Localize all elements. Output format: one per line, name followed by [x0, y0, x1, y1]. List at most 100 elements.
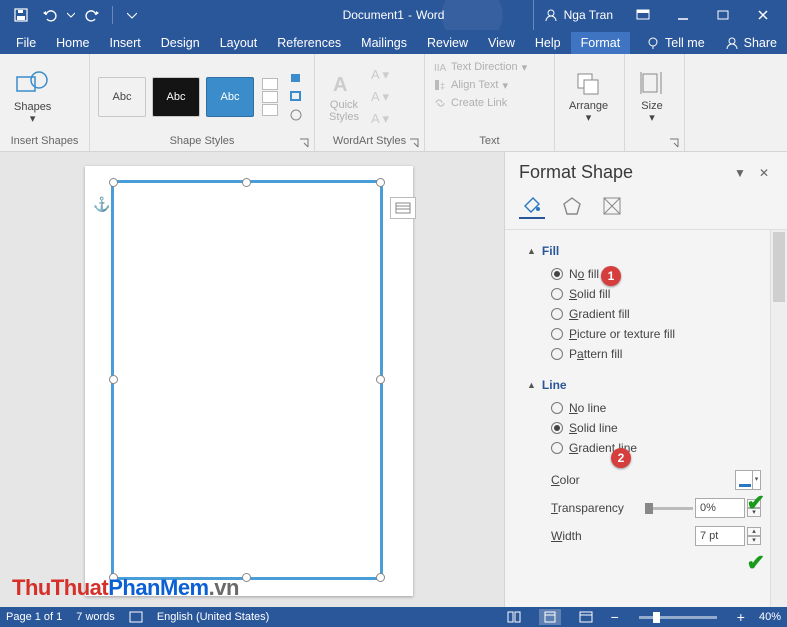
document-pane[interactable]: ⚓ — [0, 152, 504, 607]
collapse-icon: ▲ — [527, 246, 536, 256]
size-button[interactable]: Size▾ — [633, 68, 671, 126]
redo-icon[interactable] — [82, 4, 104, 26]
create-link-button: Create Link — [433, 94, 507, 112]
radio-icon — [551, 268, 563, 280]
fill-no-fill[interactable]: No fill — [519, 264, 781, 284]
tab-format[interactable]: Format — [571, 32, 631, 54]
tab-references[interactable]: References — [267, 32, 351, 54]
minimize-button[interactable] — [663, 0, 703, 30]
word-count[interactable]: 7 words — [76, 611, 115, 623]
shape-effects-icon[interactable] — [288, 108, 306, 122]
watermark: ThuThuatPhanMem.vn — [12, 575, 239, 601]
text-outline-icon: A ▾ — [371, 89, 389, 105]
zoom-out-button[interactable]: − — [611, 609, 619, 625]
close-button[interactable] — [743, 0, 783, 30]
user-account[interactable]: Nga Tran — [533, 0, 623, 30]
tab-insert[interactable]: Insert — [100, 32, 151, 54]
dialog-launcher-icon[interactable] — [668, 137, 680, 149]
fill-picture[interactable]: Picture or texture fill — [519, 324, 781, 344]
fill-gradient[interactable]: Gradient fill — [519, 304, 781, 324]
zoom-level[interactable]: 40% — [759, 611, 781, 623]
group-label: Insert Shapes — [8, 135, 81, 149]
zoom-in-button[interactable]: + — [737, 609, 745, 625]
text-fill-icon: A ▾ — [371, 67, 389, 83]
resize-handle[interactable] — [376, 375, 385, 384]
style-swatch-1[interactable]: Abc — [98, 77, 146, 117]
fill-line-tab[interactable] — [519, 193, 545, 219]
undo-icon[interactable] — [38, 4, 60, 26]
line-gradient[interactable]: Gradient line — [519, 438, 781, 458]
maximize-button[interactable] — [703, 0, 743, 30]
web-layout-icon[interactable] — [575, 609, 597, 625]
transparency-slider[interactable] — [645, 507, 693, 510]
tab-design[interactable]: Design — [151, 32, 210, 54]
tab-layout[interactable]: Layout — [210, 32, 268, 54]
radio-icon — [551, 308, 563, 320]
tab-help[interactable]: Help — [525, 32, 571, 54]
pane-scrollbar[interactable] — [770, 230, 787, 607]
dialog-launcher-icon[interactable] — [298, 137, 310, 149]
spellcheck-icon[interactable] — [129, 611, 143, 623]
line-no-line[interactable]: No line — [519, 398, 781, 418]
collapse-icon: ▲ — [527, 380, 536, 390]
print-layout-icon[interactable] — [539, 609, 561, 625]
radio-icon — [551, 348, 563, 360]
resize-handle[interactable] — [109, 375, 118, 384]
shape-fill-icon[interactable] — [288, 72, 306, 86]
fill-section-header[interactable]: ▲ Fill — [519, 238, 781, 264]
layout-options-button[interactable] — [390, 197, 416, 219]
resize-handle[interactable] — [376, 178, 385, 187]
style-swatch-2[interactable]: Abc — [152, 77, 200, 117]
line-color-picker[interactable]: ▾ — [735, 470, 761, 490]
resize-handle[interactable] — [242, 178, 251, 187]
width-stepper[interactable]: ▴▾ — [747, 527, 761, 545]
tab-view[interactable]: View — [478, 32, 525, 54]
page-count[interactable]: Page 1 of 1 — [6, 611, 62, 623]
tab-mailings[interactable]: Mailings — [351, 32, 417, 54]
pane-close-icon[interactable]: ✕ — [755, 166, 773, 180]
fill-pattern[interactable]: Pattern fill — [519, 344, 781, 364]
pane-options-icon[interactable]: ▼ — [731, 166, 749, 180]
shapes-button[interactable]: Shapes▾ — [8, 67, 57, 127]
quick-access-toolbar — [0, 4, 143, 26]
lightbulb-icon — [646, 36, 660, 50]
tab-home[interactable]: Home — [46, 32, 99, 54]
annotation-callout-2: 2 — [611, 448, 631, 468]
shapes-icon — [15, 69, 51, 99]
resize-handle[interactable] — [109, 178, 118, 187]
resize-handle[interactable] — [242, 573, 251, 582]
shape-outline-icon[interactable] — [288, 90, 306, 104]
undo-dropdown-icon[interactable] — [66, 4, 76, 26]
save-icon[interactable] — [10, 4, 32, 26]
dialog-launcher-icon[interactable] — [408, 137, 420, 149]
effects-tab[interactable] — [559, 193, 585, 219]
group-arrange: Arrange▾ — [555, 54, 625, 151]
selected-shape[interactable] — [111, 180, 383, 580]
tab-file[interactable]: File — [6, 32, 46, 54]
group-insert-shapes: Shapes▾ Insert Shapes — [0, 54, 90, 151]
tell-me[interactable]: Tell me — [636, 32, 715, 54]
fill-solid[interactable]: Solid fill — [519, 284, 781, 304]
anchor-icon: ⚓ — [93, 196, 110, 213]
language[interactable]: English (United States) — [157, 611, 270, 623]
user-icon — [544, 8, 558, 22]
qat-customize-icon[interactable] — [121, 4, 143, 26]
resize-handle[interactable] — [376, 573, 385, 582]
annotation-callout-1: 1 — [601, 266, 621, 286]
ribbon-display-options[interactable] — [623, 0, 663, 30]
arrange-button[interactable]: Arrange▾ — [563, 68, 614, 126]
line-section-header[interactable]: ▲ Line — [519, 372, 781, 398]
align-text-button: ‡ Align Text ▾ — [433, 76, 508, 94]
transparency-input[interactable]: 0% — [695, 498, 745, 518]
width-input[interactable]: 7 pt — [695, 526, 745, 546]
style-swatch-3[interactable]: Abc — [206, 77, 254, 117]
tab-review[interactable]: Review — [417, 32, 478, 54]
layout-tab[interactable] — [599, 193, 625, 219]
line-solid[interactable]: Solid line — [519, 418, 781, 438]
read-mode-icon[interactable] — [503, 609, 525, 625]
zoom-slider[interactable] — [639, 616, 717, 619]
style-gallery-more[interactable] — [262, 78, 278, 116]
line-width-row: Width 7 pt ▴▾ — [519, 522, 781, 550]
group-text: IIA Text Direction ▾ ‡ Align Text ▾ Crea… — [425, 54, 555, 151]
share-button[interactable]: Share — [715, 32, 787, 54]
